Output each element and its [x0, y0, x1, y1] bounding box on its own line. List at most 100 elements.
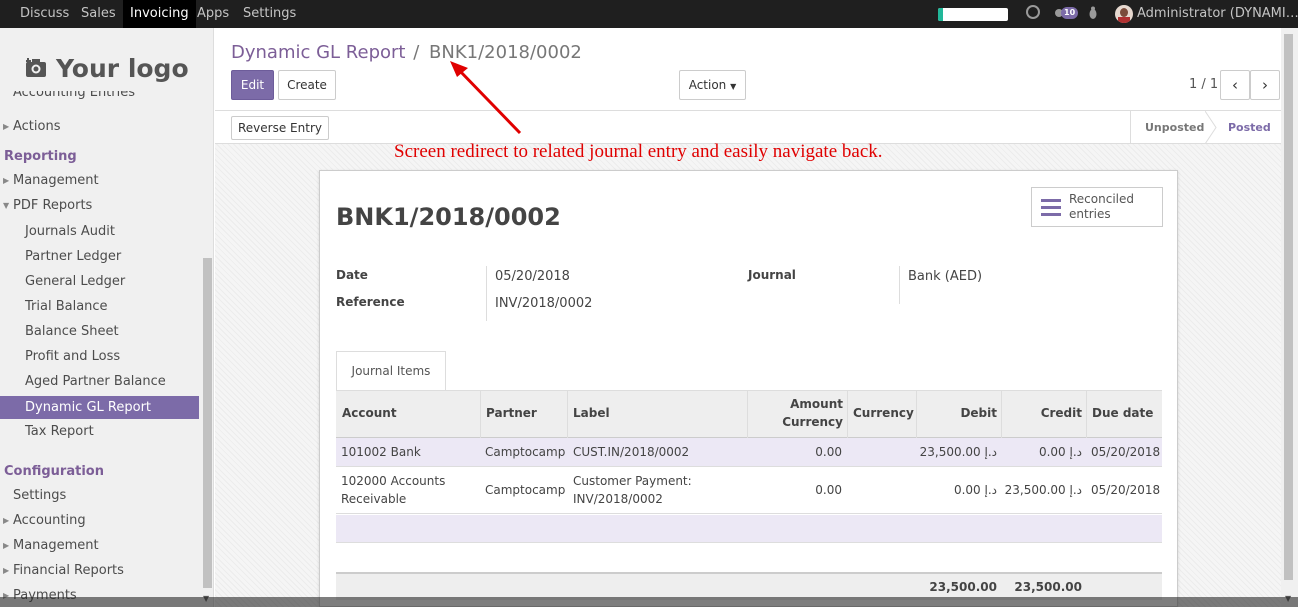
- cell-due-date: 05/20/2018: [1091, 483, 1161, 497]
- sidebar-item-label: Accounting: [13, 513, 86, 528]
- table-row[interactable]: 102000 Accounts Receivable Camptocamp Cu…: [336, 467, 1162, 514]
- status-unposted[interactable]: Unposted: [1145, 111, 1204, 144]
- cell-account: 102000 Accounts: [341, 474, 446, 488]
- create-button[interactable]: Create: [278, 70, 336, 100]
- cell-account: 101002 Bank: [341, 445, 421, 459]
- field-divider: [899, 266, 900, 304]
- bug-icon[interactable]: [1088, 6, 1098, 20]
- caret-right-icon: ▶: [3, 541, 10, 550]
- user-menu[interactable]: Administrator (DYNAMI…: [1137, 0, 1298, 28]
- logo-text: Your logo: [56, 53, 189, 83]
- entry-title: BNK1/2018/0002: [336, 203, 561, 231]
- header-label[interactable]: Label: [573, 406, 610, 420]
- header-debit[interactable]: Debit: [916, 406, 997, 420]
- journal-label: Journal: [748, 268, 796, 282]
- sidebar-item-dynamic-gl-report[interactable]: Dynamic GL Report: [0, 396, 199, 419]
- loading-bar: [938, 8, 1008, 21]
- menu-apps[interactable]: Apps: [190, 0, 236, 28]
- reconciled-label: Reconciled: [1069, 192, 1134, 206]
- caret-right-icon: ▶: [3, 516, 10, 525]
- table-empty-row: [336, 515, 1162, 543]
- journal-value: Bank (AED): [908, 269, 983, 284]
- header-amount-currency-line1[interactable]: Amount: [747, 397, 843, 411]
- sidebar-item-partner-ledger[interactable]: Partner Ledger: [0, 245, 200, 269]
- sidebar-item-aged-partner-balance[interactable]: Aged Partner Balance: [0, 370, 200, 394]
- menu-discuss[interactable]: Discuss: [13, 0, 76, 28]
- reference-value: INV/2018/0002: [495, 296, 593, 311]
- menu-settings[interactable]: Settings: [236, 0, 303, 28]
- sidebar-item-label: Management: [13, 538, 99, 553]
- header-currency[interactable]: Currency: [853, 406, 914, 420]
- field-divider: [486, 266, 487, 321]
- caret-right-icon: ▶: [3, 122, 10, 131]
- menu-sales[interactable]: Sales: [74, 0, 123, 28]
- header-due-date[interactable]: Due date: [1092, 406, 1153, 420]
- header-account[interactable]: Account: [342, 406, 397, 420]
- action-dropdown[interactable]: Action ▼: [679, 70, 746, 100]
- tab-journal-items[interactable]: Journal Items: [336, 351, 446, 391]
- chat-icon[interactable]: 10: [1055, 7, 1079, 20]
- main-scrollbar[interactable]: ▼: [1281, 28, 1298, 607]
- sidebar-item-profit-loss[interactable]: Profit and Loss: [0, 345, 200, 369]
- sidebar-item-accounting[interactable]: ▶ Accounting: [0, 509, 200, 533]
- pager-next-button[interactable]: ›: [1250, 70, 1280, 100]
- bottom-bar: [0, 597, 1298, 607]
- header-credit[interactable]: Credit: [1001, 406, 1082, 420]
- reconciled-label-2: entries: [1069, 207, 1111, 221]
- sidebar-scrollbar[interactable]: ▼: [201, 28, 213, 607]
- sidebar-item-trial-balance[interactable]: Trial Balance: [0, 295, 200, 319]
- sidebar-item-actions[interactable]: ▶ Actions: [0, 115, 200, 139]
- form-statusbar: Reverse Entry Unposted Posted: [215, 111, 1281, 144]
- sidebar-item-label: Actions: [13, 119, 61, 134]
- sidebar: Your logo Accounting Entries ▶ Actions Re…: [0, 28, 214, 607]
- caret-down-icon: ▼: [3, 201, 10, 210]
- status-posted[interactable]: Posted: [1228, 111, 1271, 144]
- caret-right-icon: ▶: [3, 176, 10, 185]
- table-row[interactable]: 101002 Bank Camptocamp CUST.IN/2018/0002…: [336, 438, 1162, 467]
- breadcrumb-parent-link[interactable]: Dynamic GL Report: [231, 42, 405, 63]
- sidebar-item-label: Financial Reports: [13, 563, 124, 578]
- menu-invoicing[interactable]: Invoicing: [123, 0, 196, 28]
- cell-label-line2: INV/2018/0002: [573, 492, 663, 506]
- pager-previous-button[interactable]: ‹: [1220, 70, 1250, 100]
- camera-icon: [26, 58, 46, 77]
- sidebar-item-balance-sheet[interactable]: Balance Sheet: [0, 320, 200, 344]
- sidebar-scroll-thumb[interactable]: [203, 258, 212, 588]
- chevron-left-icon: ‹: [1232, 76, 1238, 94]
- sidebar-item-pdf-reports[interactable]: ▼ PDF Reports: [0, 194, 200, 218]
- sidebar-section-reporting: Reporting: [4, 149, 77, 164]
- main-scroll-thumb[interactable]: [1284, 34, 1293, 580]
- table-header: Account Partner Label Amount Currency Cu…: [336, 390, 1162, 438]
- cell-amount-currency: 0.00: [815, 483, 842, 497]
- sidebar-item-general-ledger[interactable]: General Ledger: [0, 270, 200, 294]
- list-icon: [1041, 199, 1061, 216]
- pager-value: 1 / 1: [1189, 77, 1219, 92]
- sidebar-item-tax-report[interactable]: Tax Report: [0, 420, 200, 444]
- reverse-entry-button[interactable]: Reverse Entry: [231, 116, 329, 140]
- sidebar-item-management[interactable]: ▶ Management: [0, 169, 200, 193]
- sidebar-item-accounting-entries[interactable]: Accounting Entries: [0, 91, 200, 105]
- top-navbar: Discuss Sales Invoicing Apps Settings 10…: [0, 0, 1298, 28]
- sidebar-item-label: PDF Reports: [13, 198, 93, 213]
- cell-partner: Camptocamp: [485, 483, 566, 497]
- form-sheet: Reconciled entries BNK1/2018/0002 Date 0…: [319, 170, 1178, 607]
- cell-credit: 23,500.00 د.إ: [1004, 483, 1082, 497]
- annotation-text: Screen redirect to related journal entry…: [394, 141, 883, 162]
- action-label: Action: [688, 78, 727, 92]
- reference-label: Reference: [336, 295, 405, 309]
- avatar[interactable]: [1115, 5, 1133, 23]
- sidebar-item-settings[interactable]: Settings: [0, 484, 200, 508]
- sidebar-item-management-config[interactable]: ▶ Management: [0, 534, 200, 558]
- cell-label: Customer Payment:: [573, 474, 692, 488]
- statusbar-divider: [1130, 111, 1131, 144]
- edit-button[interactable]: Edit: [231, 70, 274, 100]
- sidebar-item-financial-reports[interactable]: ▶ Financial Reports: [0, 559, 200, 583]
- header-amount-currency-line2[interactable]: Currency: [747, 415, 843, 429]
- caret-down-icon: ▼: [730, 82, 737, 91]
- header-partner[interactable]: Partner: [486, 406, 537, 420]
- clock-icon[interactable]: [1026, 5, 1040, 19]
- sidebar-item-journals-audit[interactable]: Journals Audit: [0, 220, 200, 244]
- reconciled-entries-button[interactable]: Reconciled entries: [1031, 187, 1163, 227]
- status-arrow-icon: [1205, 111, 1217, 144]
- chevron-right-icon: ›: [1262, 76, 1268, 94]
